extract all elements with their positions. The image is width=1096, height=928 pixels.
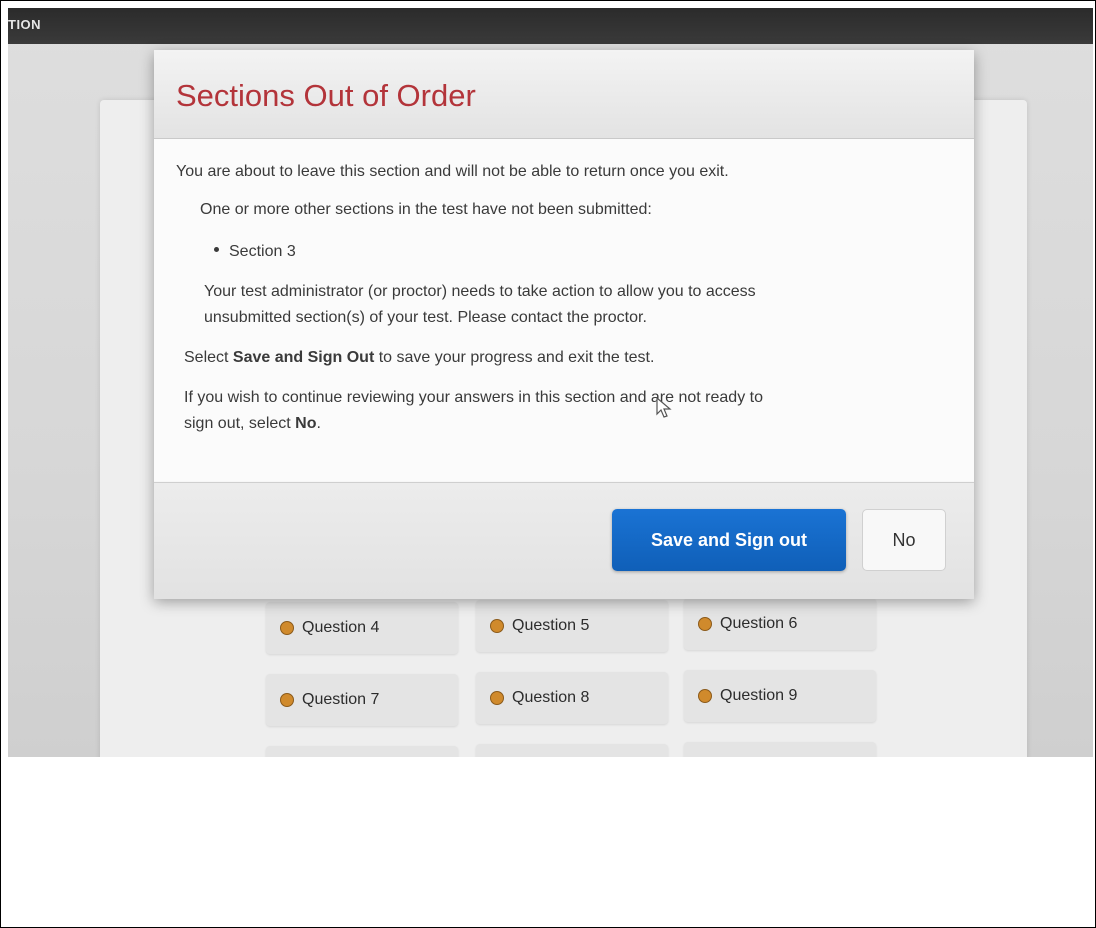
- question-label: Question 8: [512, 689, 590, 706]
- question-label: Question 7: [302, 691, 380, 708]
- question-label: Question 9: [720, 687, 798, 704]
- question-label: Question 6: [720, 615, 798, 632]
- unanswered-status-icon: [280, 693, 294, 707]
- screen-photo: TION Question 4 Question 5 Question 6 Qu…: [8, 8, 1093, 757]
- unsubmitted-section-item: Section 3: [214, 239, 296, 265]
- question-button-partial[interactable]: [476, 744, 668, 757]
- mouse-pointer-icon: [656, 397, 672, 418]
- question-button-5[interactable]: Question 5: [476, 600, 668, 652]
- intro-text: You are about to leave this section and …: [176, 163, 729, 180]
- question-button-9[interactable]: Question 9: [684, 670, 876, 722]
- question-button-4[interactable]: Question 4: [266, 602, 458, 654]
- proctor-note-line-2: unsubmitted section(s) of your test. Ple…: [204, 309, 647, 326]
- question-button-partial[interactable]: [266, 746, 458, 757]
- unanswered-status-icon: [698, 617, 712, 631]
- unsubmitted-note: One or more other sections in the test h…: [200, 201, 652, 218]
- question-button-8[interactable]: Question 8: [476, 672, 668, 724]
- top-bar: TION: [8, 8, 1093, 44]
- continue-instruction-line-1: If you wish to continue reviewing your a…: [184, 389, 763, 406]
- bullet-icon: [214, 247, 219, 253]
- no-button[interactable]: No: [862, 509, 946, 571]
- continue-instruction-line-2: sign out, select No.: [184, 415, 321, 432]
- dialog-body: You are about to leave this section and …: [154, 139, 974, 481]
- save-and-sign-out-button[interactable]: Save and Sign out: [612, 509, 846, 571]
- unanswered-status-icon: [490, 691, 504, 705]
- dialog-footer: Save and Sign out No: [154, 482, 974, 599]
- unanswered-status-icon: [280, 621, 294, 635]
- section-header-label: TION: [8, 17, 42, 32]
- question-label: Question 5: [512, 617, 590, 634]
- question-button-6[interactable]: Question 6: [684, 598, 876, 650]
- question-button-partial[interactable]: [684, 742, 876, 757]
- dialog-header: Sections Out of Order: [154, 50, 974, 139]
- unanswered-status-icon: [490, 619, 504, 633]
- save-instruction: Select Save and Sign Out to save your pr…: [184, 349, 655, 366]
- question-button-7[interactable]: Question 7: [266, 674, 458, 726]
- question-label: Question 4: [302, 619, 380, 636]
- dialog-title: Sections Out of Order: [176, 78, 476, 113]
- sections-out-of-order-dialog: Sections Out of Order You are about to l…: [154, 50, 974, 599]
- proctor-note-line-1: Your test administrator (or proctor) nee…: [204, 283, 756, 300]
- unanswered-status-icon: [698, 689, 712, 703]
